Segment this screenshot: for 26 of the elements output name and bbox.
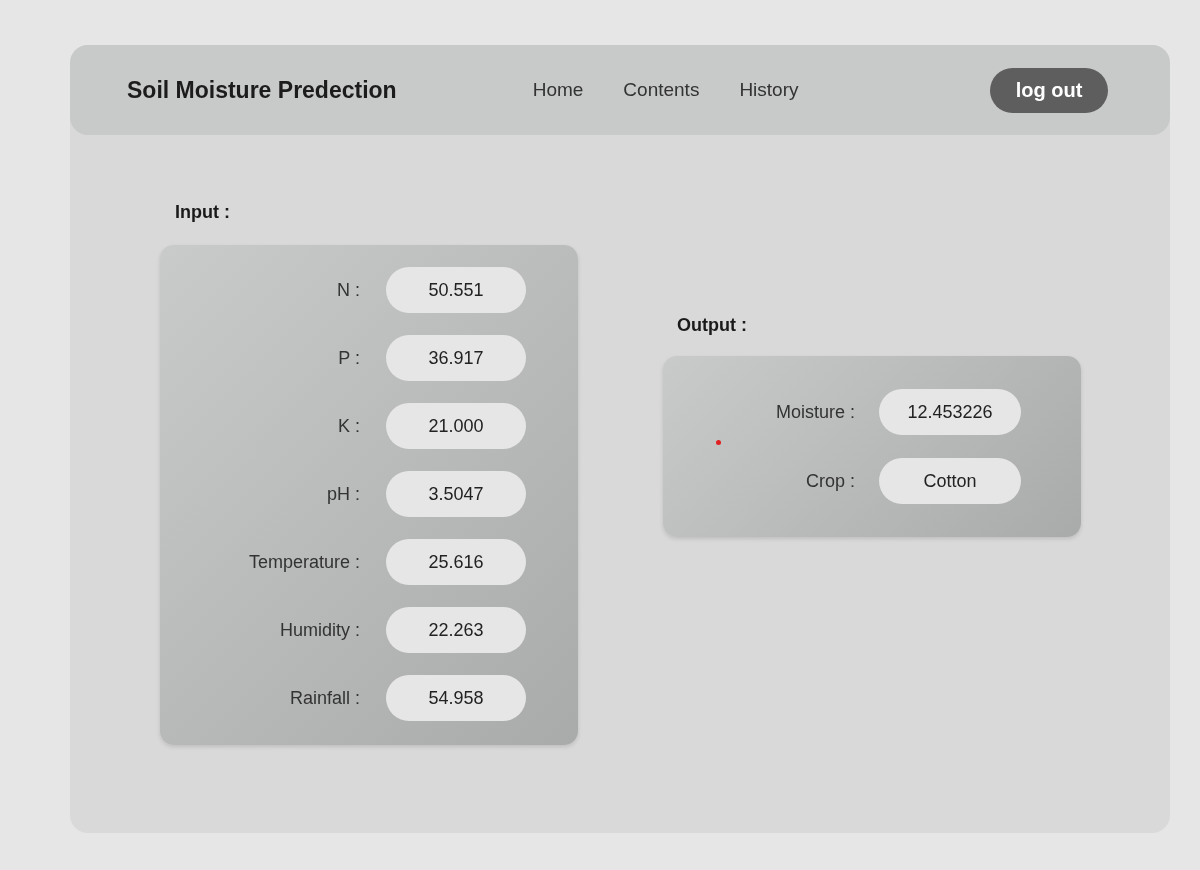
- field-label: K :: [337, 415, 360, 437]
- marker-dot: [716, 440, 721, 445]
- output-value: 12.453226: [879, 389, 1021, 435]
- field-label: Humidity :: [279, 619, 360, 641]
- field-label: Crop :: [804, 470, 855, 492]
- nav-link[interactable]: Contents: [623, 79, 700, 101]
- field-label: pH :: [326, 483, 360, 505]
- field-label: P :: [337, 347, 360, 369]
- input-field[interactable]: 21.000: [386, 403, 526, 449]
- input-field[interactable]: 22.263: [386, 607, 526, 653]
- output-value: Cotton: [879, 458, 1021, 504]
- input-field[interactable]: 3.5047: [386, 471, 526, 517]
- field-label: Moisture :: [774, 401, 855, 423]
- section-label: Output :: [677, 315, 748, 336]
- input-field[interactable]: 25.616: [386, 539, 526, 585]
- section-label: Input :: [175, 202, 231, 223]
- input-field[interactable]: 36.917: [386, 335, 526, 381]
- field-label: Rainfall :: [288, 687, 360, 709]
- app-title: Soil Moisture Predection: [127, 76, 397, 104]
- nav-link[interactable]: History: [739, 79, 799, 101]
- input-field[interactable]: 54.958: [386, 675, 526, 721]
- input-field[interactable]: 50.551: [386, 267, 526, 313]
- field-label: Temperature :: [247, 551, 360, 573]
- field-label: N :: [336, 279, 360, 301]
- logout-button[interactable]: log out: [990, 67, 1108, 113]
- nav-link[interactable]: Home: [532, 79, 584, 101]
